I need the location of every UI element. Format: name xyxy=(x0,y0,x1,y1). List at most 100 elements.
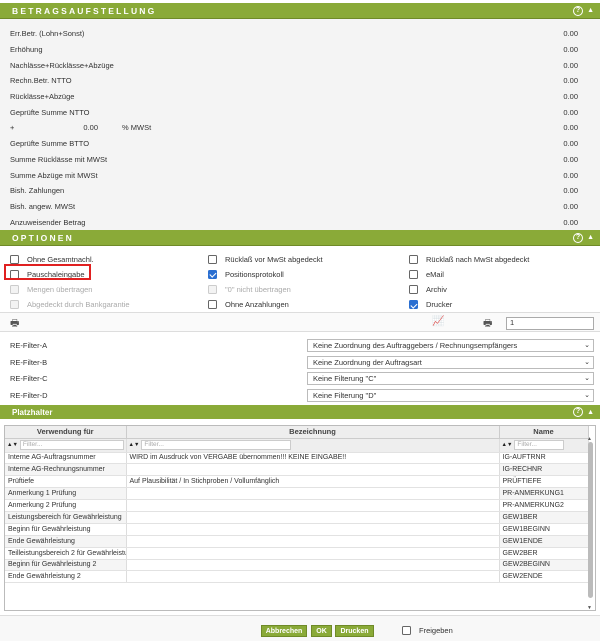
scroll-thumb[interactable] xyxy=(588,442,593,598)
amount-row: Summe Abzüge mit MWSt 0.00 xyxy=(0,167,600,183)
col-header-bezeichnung[interactable]: Bezeichnung xyxy=(126,426,500,439)
mwst-value: 0.00 xyxy=(563,123,578,133)
cell-bezeichnung[interactable]: WIRD im Ausdruck von VERGABE übernommen!… xyxy=(126,452,500,465)
amount-value: 0.00 xyxy=(563,170,578,180)
filter-select[interactable]: Keine Filterung "C" ⌄ xyxy=(307,372,594,386)
printer-settings-icon[interactable]: 🖶 xyxy=(10,316,19,333)
cell-bezeichnung[interactable] xyxy=(126,511,500,524)
optionen-section-header[interactable]: OPTIONEN ? ▲ xyxy=(0,230,600,246)
collapse-icon[interactable]: ▲ xyxy=(587,234,594,241)
amount-value: 0.00 xyxy=(563,45,578,55)
filter-input-verwendung[interactable]: Filter... xyxy=(19,440,124,450)
chevron-down-icon: ⌄ xyxy=(584,391,590,399)
cell-bezeichnung[interactable] xyxy=(126,523,500,536)
scroll-down-icon[interactable]: ▼ xyxy=(587,605,592,610)
collapse-icon[interactable]: ▲ xyxy=(587,7,594,14)
sort-icon[interactable]: ▲▼ xyxy=(129,442,140,448)
cell-name: IG-AUFTRNR xyxy=(499,452,589,465)
option-checkbox[interactable] xyxy=(409,285,418,295)
amount-label: Summe Abzüge mit MWSt xyxy=(10,170,98,180)
release-checkbox[interactable] xyxy=(402,625,411,635)
release-option[interactable]: Freigeben xyxy=(402,624,453,636)
col-header-verwendung[interactable]: Verwendung für xyxy=(5,426,127,439)
cell-bezeichnung[interactable]: Auf Plausibilität / In Stichproben / Vol… xyxy=(126,475,500,489)
option-item[interactable]: Ohne Anzahlungen xyxy=(208,299,289,311)
cell-verwendung: Leistungsbereich für Gewährleistung xyxy=(5,511,127,524)
cell-bezeichnung[interactable] xyxy=(126,547,500,560)
option-checkbox[interactable] xyxy=(208,300,217,310)
printer-icon[interactable]: 🖶 xyxy=(483,316,492,333)
sort-icon[interactable]: ▲▼ xyxy=(7,442,18,448)
optionen-title: OPTIONEN xyxy=(12,232,74,243)
cell-verwendung: Interne AG-Rechnungsnummer xyxy=(5,463,127,477)
amount-row: Rechn.Betr. NTTO 0.00 xyxy=(0,73,600,89)
table-row[interactable]: Beginn für Gewährleistung 2 GEW2BEGINN xyxy=(5,559,589,572)
cell-name: PRÜFTIEFE xyxy=(499,475,589,489)
amount-label: Anzuweisender Betrag xyxy=(10,217,86,227)
option-checkbox[interactable] xyxy=(409,300,418,310)
cell-bezeichnung[interactable] xyxy=(126,535,500,548)
dialog-footer: Abbrechen OK Drucken Freigeben xyxy=(0,615,600,641)
table-row[interactable]: Prüftiefe Auf Plausibilität / In Stichpro… xyxy=(5,475,589,489)
option-item[interactable]: Rücklaß vor MwSt abgedeckt xyxy=(208,253,323,265)
mwst-percent[interactable]: 0.00 xyxy=(38,123,98,132)
option-checkbox xyxy=(10,300,19,310)
table-row[interactable]: Leistungsbereich für Gewährleistung GEW1B… xyxy=(5,511,589,524)
cell-verwendung: Anmerkung 1 Prüfung xyxy=(5,487,127,501)
option-checkbox[interactable] xyxy=(409,254,418,264)
option-item: "0" nicht übertragen xyxy=(208,284,291,296)
table-row[interactable]: Teilleistungsbereich 2 für Gewährleistun… xyxy=(5,547,589,560)
amount-row: Geprüfte Summe NTTO 0.00 xyxy=(0,104,600,120)
help-icon[interactable]: ? xyxy=(573,232,584,243)
table-row[interactable]: Interne AG-Auftragsnummer WIRD im Ausdruc… xyxy=(5,452,589,465)
collapse-icon[interactable]: ▲ xyxy=(587,409,594,416)
betrag-section-header[interactable]: BETRAGSAUFSTELLUNG ? ▲ xyxy=(0,3,600,19)
option-checkbox[interactable] xyxy=(409,269,418,279)
help-icon[interactable]: ? xyxy=(573,407,584,417)
table-row[interactable]: Beginn für Gewährleistung GEW1BEGINN xyxy=(5,523,589,536)
table-row[interactable]: Anmerkung 2 Prüfung PR-ANMERKUNG2 xyxy=(5,499,589,512)
table-row[interactable]: Ende Gewährleistung GEW1ENDE xyxy=(5,535,589,548)
cell-verwendung: Ende Gewährleistung 2 xyxy=(5,570,127,584)
cell-verwendung: Beginn für Gewährleistung xyxy=(5,523,127,536)
copies-input[interactable]: 1 xyxy=(506,317,594,330)
cell-bezeichnung[interactable] xyxy=(126,559,500,572)
platzhalter-header[interactable]: Platzhalter ? ▲ xyxy=(0,405,600,419)
option-item[interactable]: Archiv xyxy=(409,284,447,296)
cell-verwendung: Teilleistungsbereich 2 für Gewährleistun… xyxy=(5,547,127,560)
option-item[interactable]: Drucker xyxy=(409,299,452,311)
sort-icon[interactable]: ▲▼ xyxy=(502,442,513,448)
cell-verwendung: Beginn für Gewährleistung 2 xyxy=(5,559,127,572)
amount-row: Erhöhung 0.00 xyxy=(0,42,600,58)
option-checkbox[interactable] xyxy=(208,254,217,264)
cell-bezeichnung[interactable] xyxy=(126,463,500,477)
help-icon[interactable]: ? xyxy=(573,5,584,16)
table-scrollbar[interactable]: ▲ ▼ xyxy=(587,436,594,610)
cell-bezeichnung[interactable] xyxy=(126,570,500,584)
option-checkbox[interactable] xyxy=(10,254,19,264)
filter-select[interactable]: Keine Zuordnung des Auftraggebers / Rech… xyxy=(307,338,594,352)
print-button[interactable]: Drucken xyxy=(335,625,374,637)
filter-input-bezeichnung[interactable]: Filter... xyxy=(141,440,292,450)
chart-icon[interactable]: 📈 xyxy=(432,316,444,327)
ok-button[interactable]: OK xyxy=(311,625,332,637)
option-checkbox[interactable] xyxy=(208,269,217,279)
option-checkbox xyxy=(208,285,217,295)
option-item[interactable]: Positionsprotokoll xyxy=(208,268,284,280)
col-header-name[interactable]: Name xyxy=(499,426,589,439)
option-item[interactable]: Rücklaß nach MwSt abgedeckt xyxy=(409,253,529,265)
table-row[interactable]: Anmerkung 1 Prüfung PR-ANMERKUNG1 xyxy=(5,487,589,501)
table-row[interactable]: Ende Gewährleistung 2 GEW2ENDE xyxy=(5,570,589,584)
filter-label: RE-Filter-C xyxy=(10,374,48,384)
filter-label: RE-Filter-A xyxy=(10,340,48,350)
amount-value: 0.00 xyxy=(563,92,578,102)
filter-input-name[interactable]: Filter... xyxy=(514,440,565,450)
cancel-button[interactable]: Abbrechen xyxy=(261,625,307,637)
filter-select[interactable]: Keine Filterung "D" ⌄ xyxy=(307,388,594,402)
cell-bezeichnung[interactable] xyxy=(126,487,500,501)
cell-bezeichnung[interactable] xyxy=(126,499,500,512)
table-row[interactable]: Interne AG-Rechnungsnummer IG-RECHNR xyxy=(5,463,589,477)
option-item[interactable]: eMail xyxy=(409,268,444,280)
filter-select[interactable]: Keine Zuordnung der Auftragsart ⌄ xyxy=(307,355,594,369)
amount-row: Nachlässe+Rücklässe+Abzüge 0.00 xyxy=(0,57,600,73)
